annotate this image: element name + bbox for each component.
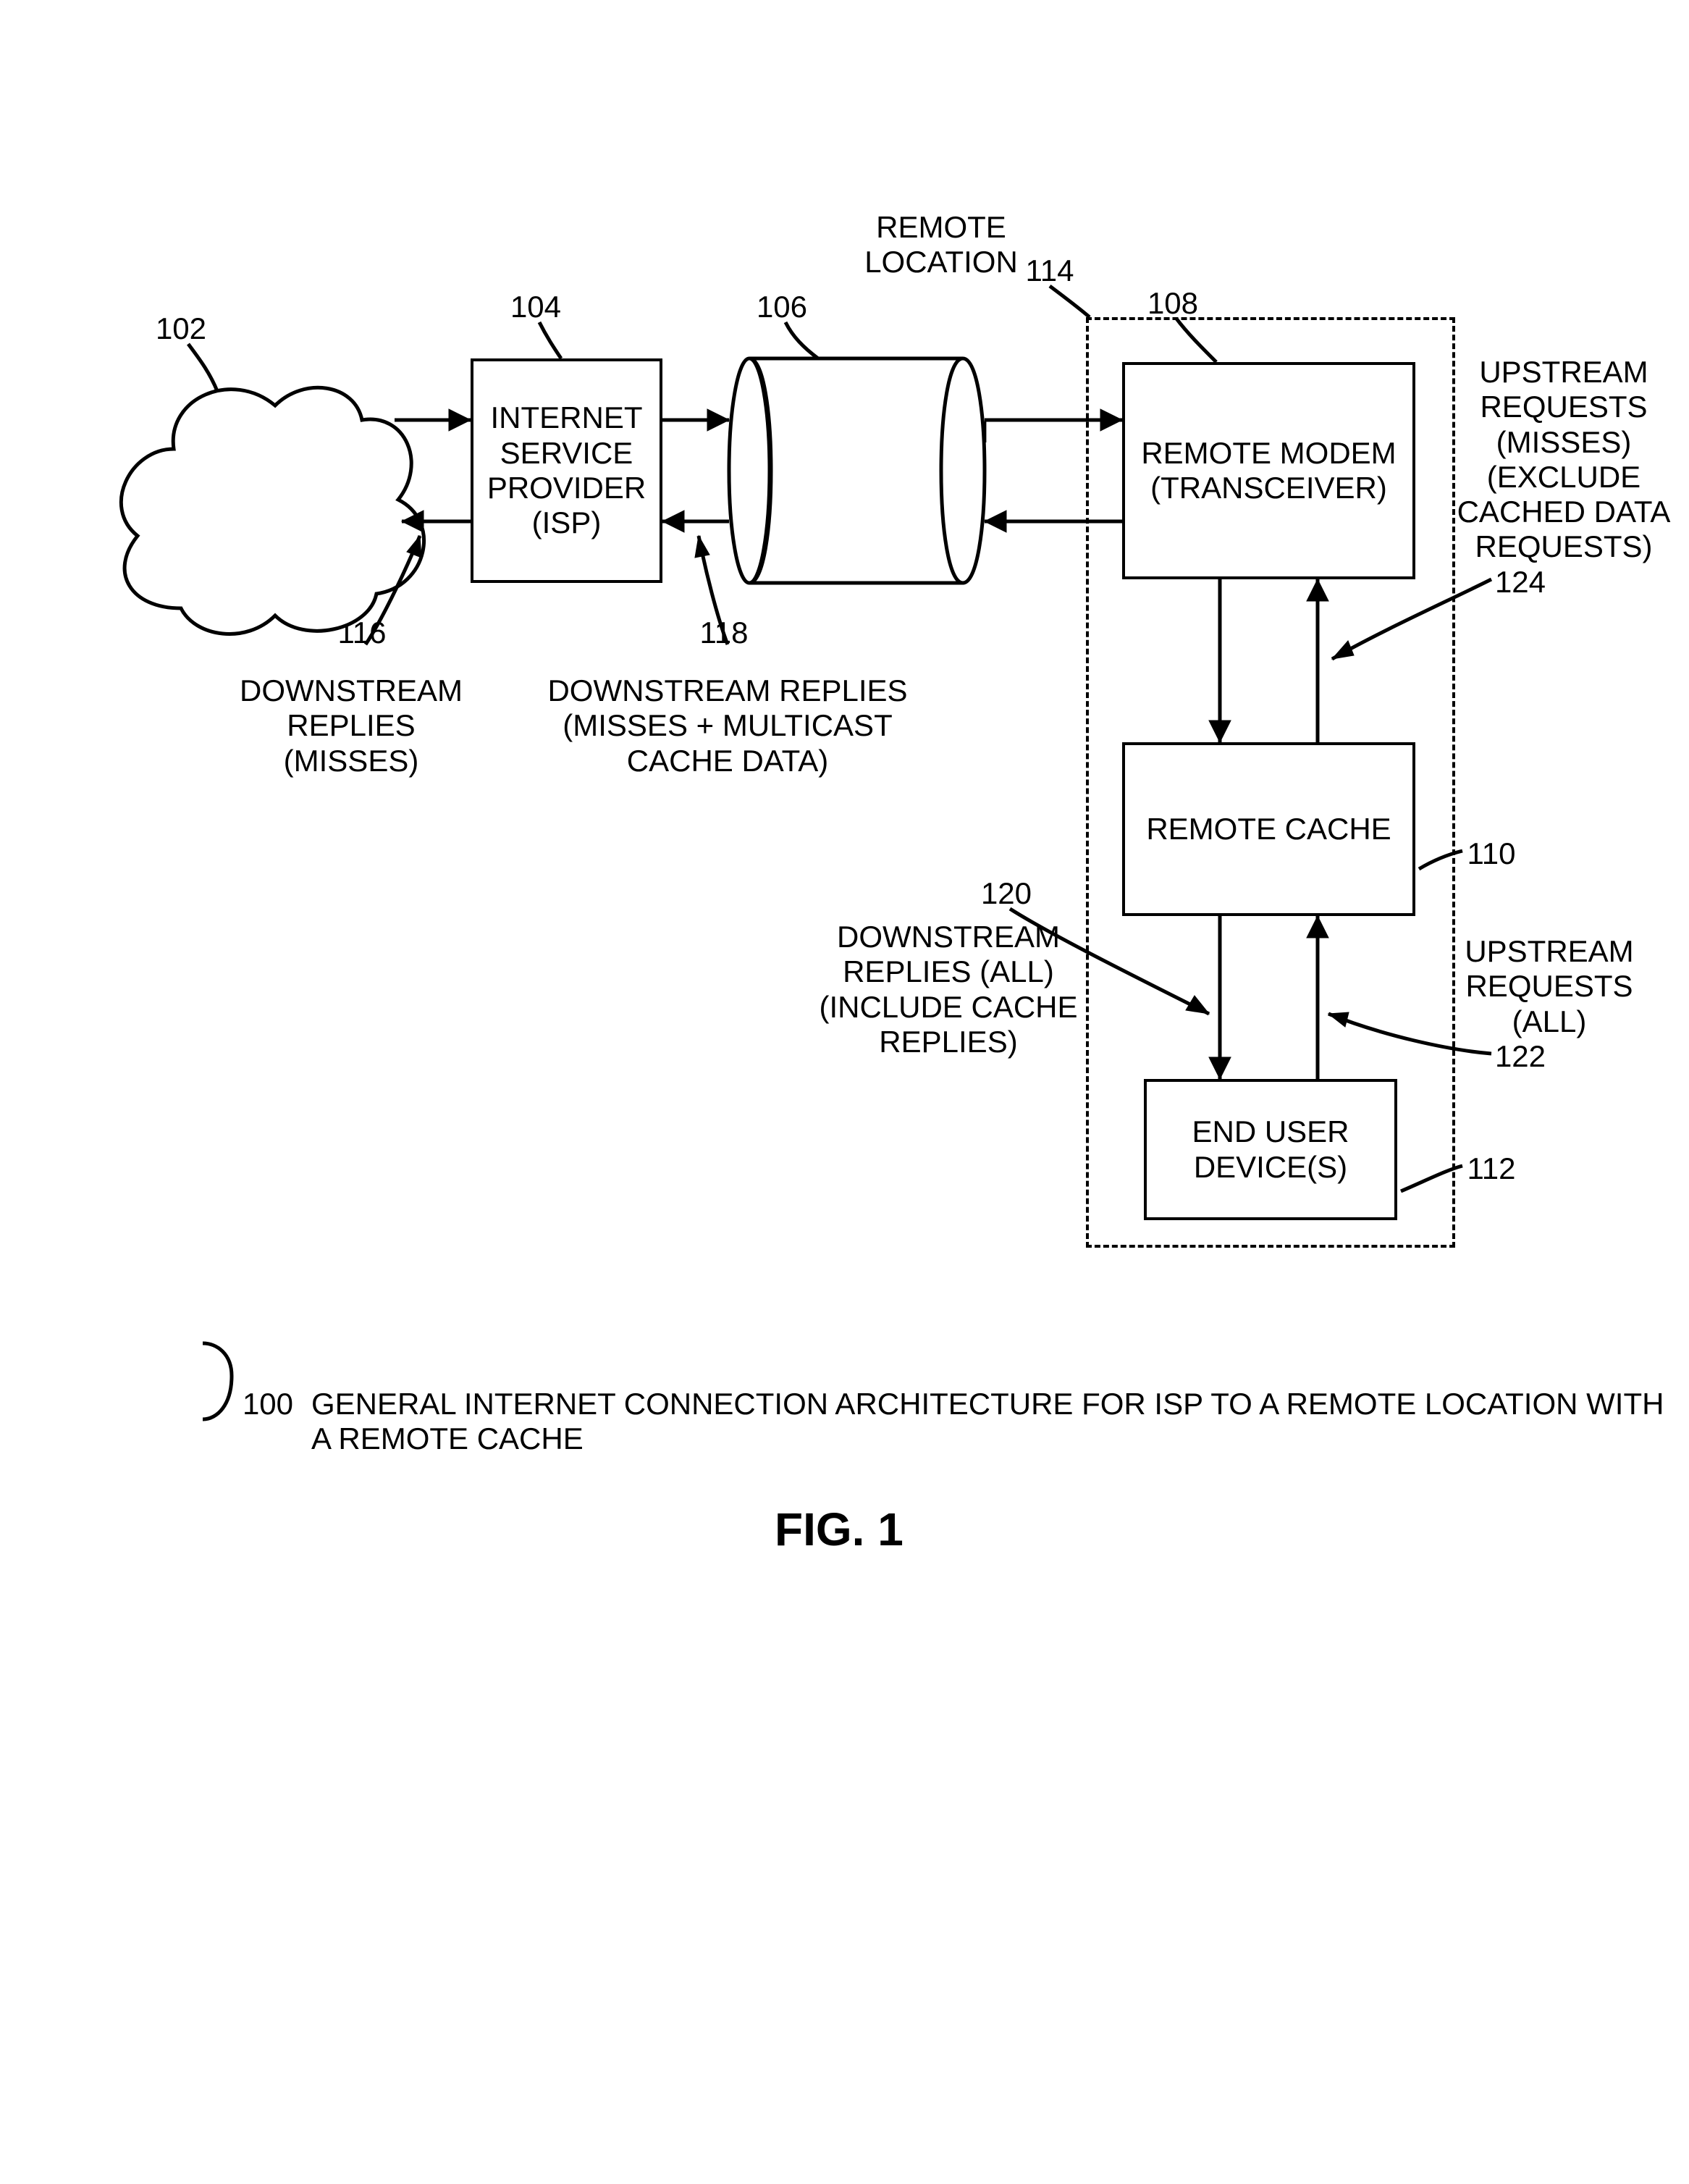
- downstream-all-label: DOWNSTREAM REPLIES (ALL) (INCLUDE CACHE …: [818, 920, 1079, 1059]
- ref-cache: 110: [1462, 836, 1520, 871]
- pipe-label: ISP COMMUNICATION SYSTEM (BANDWIDTH/ PIP…: [728, 380, 988, 555]
- upstream-miss-label: UPSTREAM REQUESTS (MISSES) (EXCLUDE CACH…: [1448, 355, 1680, 565]
- diagram-page: INTERNET SERVICE PROVIDER (ISP) REMOTE M…: [0, 0, 1689, 2184]
- cache-box: REMOTE CACHE: [1122, 742, 1415, 916]
- modem-label: REMOTE MODEM (TRANSCEIVER): [1132, 436, 1405, 506]
- leader-116-head: [407, 536, 421, 558]
- arrow-pipe-to-isp-head: [662, 511, 684, 532]
- ref-umiss: 124: [1491, 565, 1549, 600]
- cache-label: REMOTE CACHE: [1146, 812, 1391, 847]
- leader-102: [188, 344, 217, 391]
- ref-isp: 104: [507, 290, 565, 324]
- ref-dall: 120: [977, 876, 1035, 911]
- ref-fig: 100: [235, 1387, 300, 1421]
- ref-internet: 102: [152, 311, 210, 346]
- end-user-label: END USER DEVICE(S): [1154, 1114, 1387, 1185]
- leader-106: [785, 322, 818, 358]
- isp-box: INTERNET SERVICE PROVIDER (ISP): [471, 358, 662, 583]
- ref-pipe: 106: [753, 290, 811, 324]
- upstream-all-label: UPSTREAM REQUESTS (ALL): [1455, 934, 1643, 1039]
- downstream-mc-label: DOWNSTREAM REPLIES (MISSES + MULTICAST C…: [543, 673, 912, 778]
- downstream-misses-label: DOWNSTREAM REPLIES (MISSES): [232, 673, 471, 778]
- ref-remote-location: 114: [1021, 253, 1079, 288]
- isp-label: INTERNET SERVICE PROVIDER (ISP): [481, 400, 652, 540]
- ref-dmc: 118: [695, 616, 753, 650]
- leader-118-head: [695, 536, 709, 558]
- ref-dmisses: 116: [333, 616, 391, 650]
- modem-box: REMOTE MODEM (TRANSCEIVER): [1122, 362, 1415, 579]
- leader-114: [1050, 286, 1090, 317]
- figure-label: FIG. 1: [775, 1503, 904, 1556]
- remote-location-label: REMOTE LOCATION: [862, 210, 1021, 280]
- ref-uall: 122: [1491, 1039, 1549, 1074]
- leader-104: [539, 322, 561, 358]
- arrow-isp-to-internet-head: [402, 511, 424, 532]
- ref-modem: 108: [1144, 286, 1202, 321]
- arrow-isp-to-pipe-head: [707, 409, 729, 431]
- caption: GENERAL INTERNET CONNECTION ARCHITECTURE…: [311, 1387, 1687, 1457]
- end-user-box: END USER DEVICE(S): [1144, 1079, 1397, 1220]
- leader-100: [203, 1343, 232, 1419]
- arrow-internet-to-isp-head: [449, 409, 471, 431]
- internet-label: INTERNET: [167, 478, 340, 513]
- ref-end-user: 112: [1462, 1151, 1520, 1186]
